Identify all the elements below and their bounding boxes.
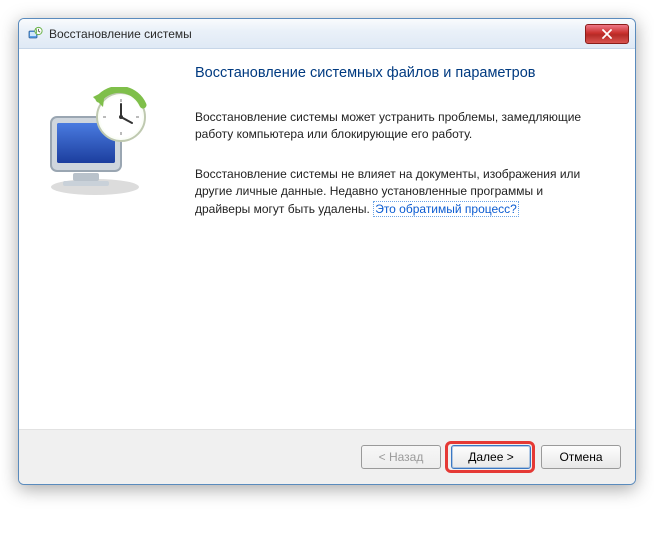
wizard-paragraph-2: Восстановление системы не влияет на доку… xyxy=(195,166,595,218)
reversible-process-link[interactable]: Это обратимый процесс? xyxy=(373,201,519,217)
close-icon xyxy=(601,29,613,39)
system-restore-illustration xyxy=(33,87,161,197)
titlebar: Восстановление системы xyxy=(19,19,635,49)
wizard-content: Восстановление системных файлов и параме… xyxy=(189,61,621,421)
wizard-paragraph-1: Восстановление системы может устранить п… xyxy=(195,109,595,144)
wizard-illustration-column xyxy=(33,61,189,421)
close-button[interactable] xyxy=(585,24,629,44)
system-restore-icon xyxy=(27,26,43,42)
wizard-body: Восстановление системных файлов и параме… xyxy=(19,49,635,429)
next-button[interactable]: Далее > xyxy=(451,445,531,469)
back-button: < Назад xyxy=(361,445,441,469)
wizard-footer: < Назад Далее > Отмена xyxy=(19,430,635,484)
system-restore-window: Восстановление системы xyxy=(18,18,636,485)
wizard-heading: Восстановление системных файлов и параме… xyxy=(195,65,617,81)
cancel-button[interactable]: Отмена xyxy=(541,445,621,469)
window-title: Восстановление системы xyxy=(49,27,585,41)
